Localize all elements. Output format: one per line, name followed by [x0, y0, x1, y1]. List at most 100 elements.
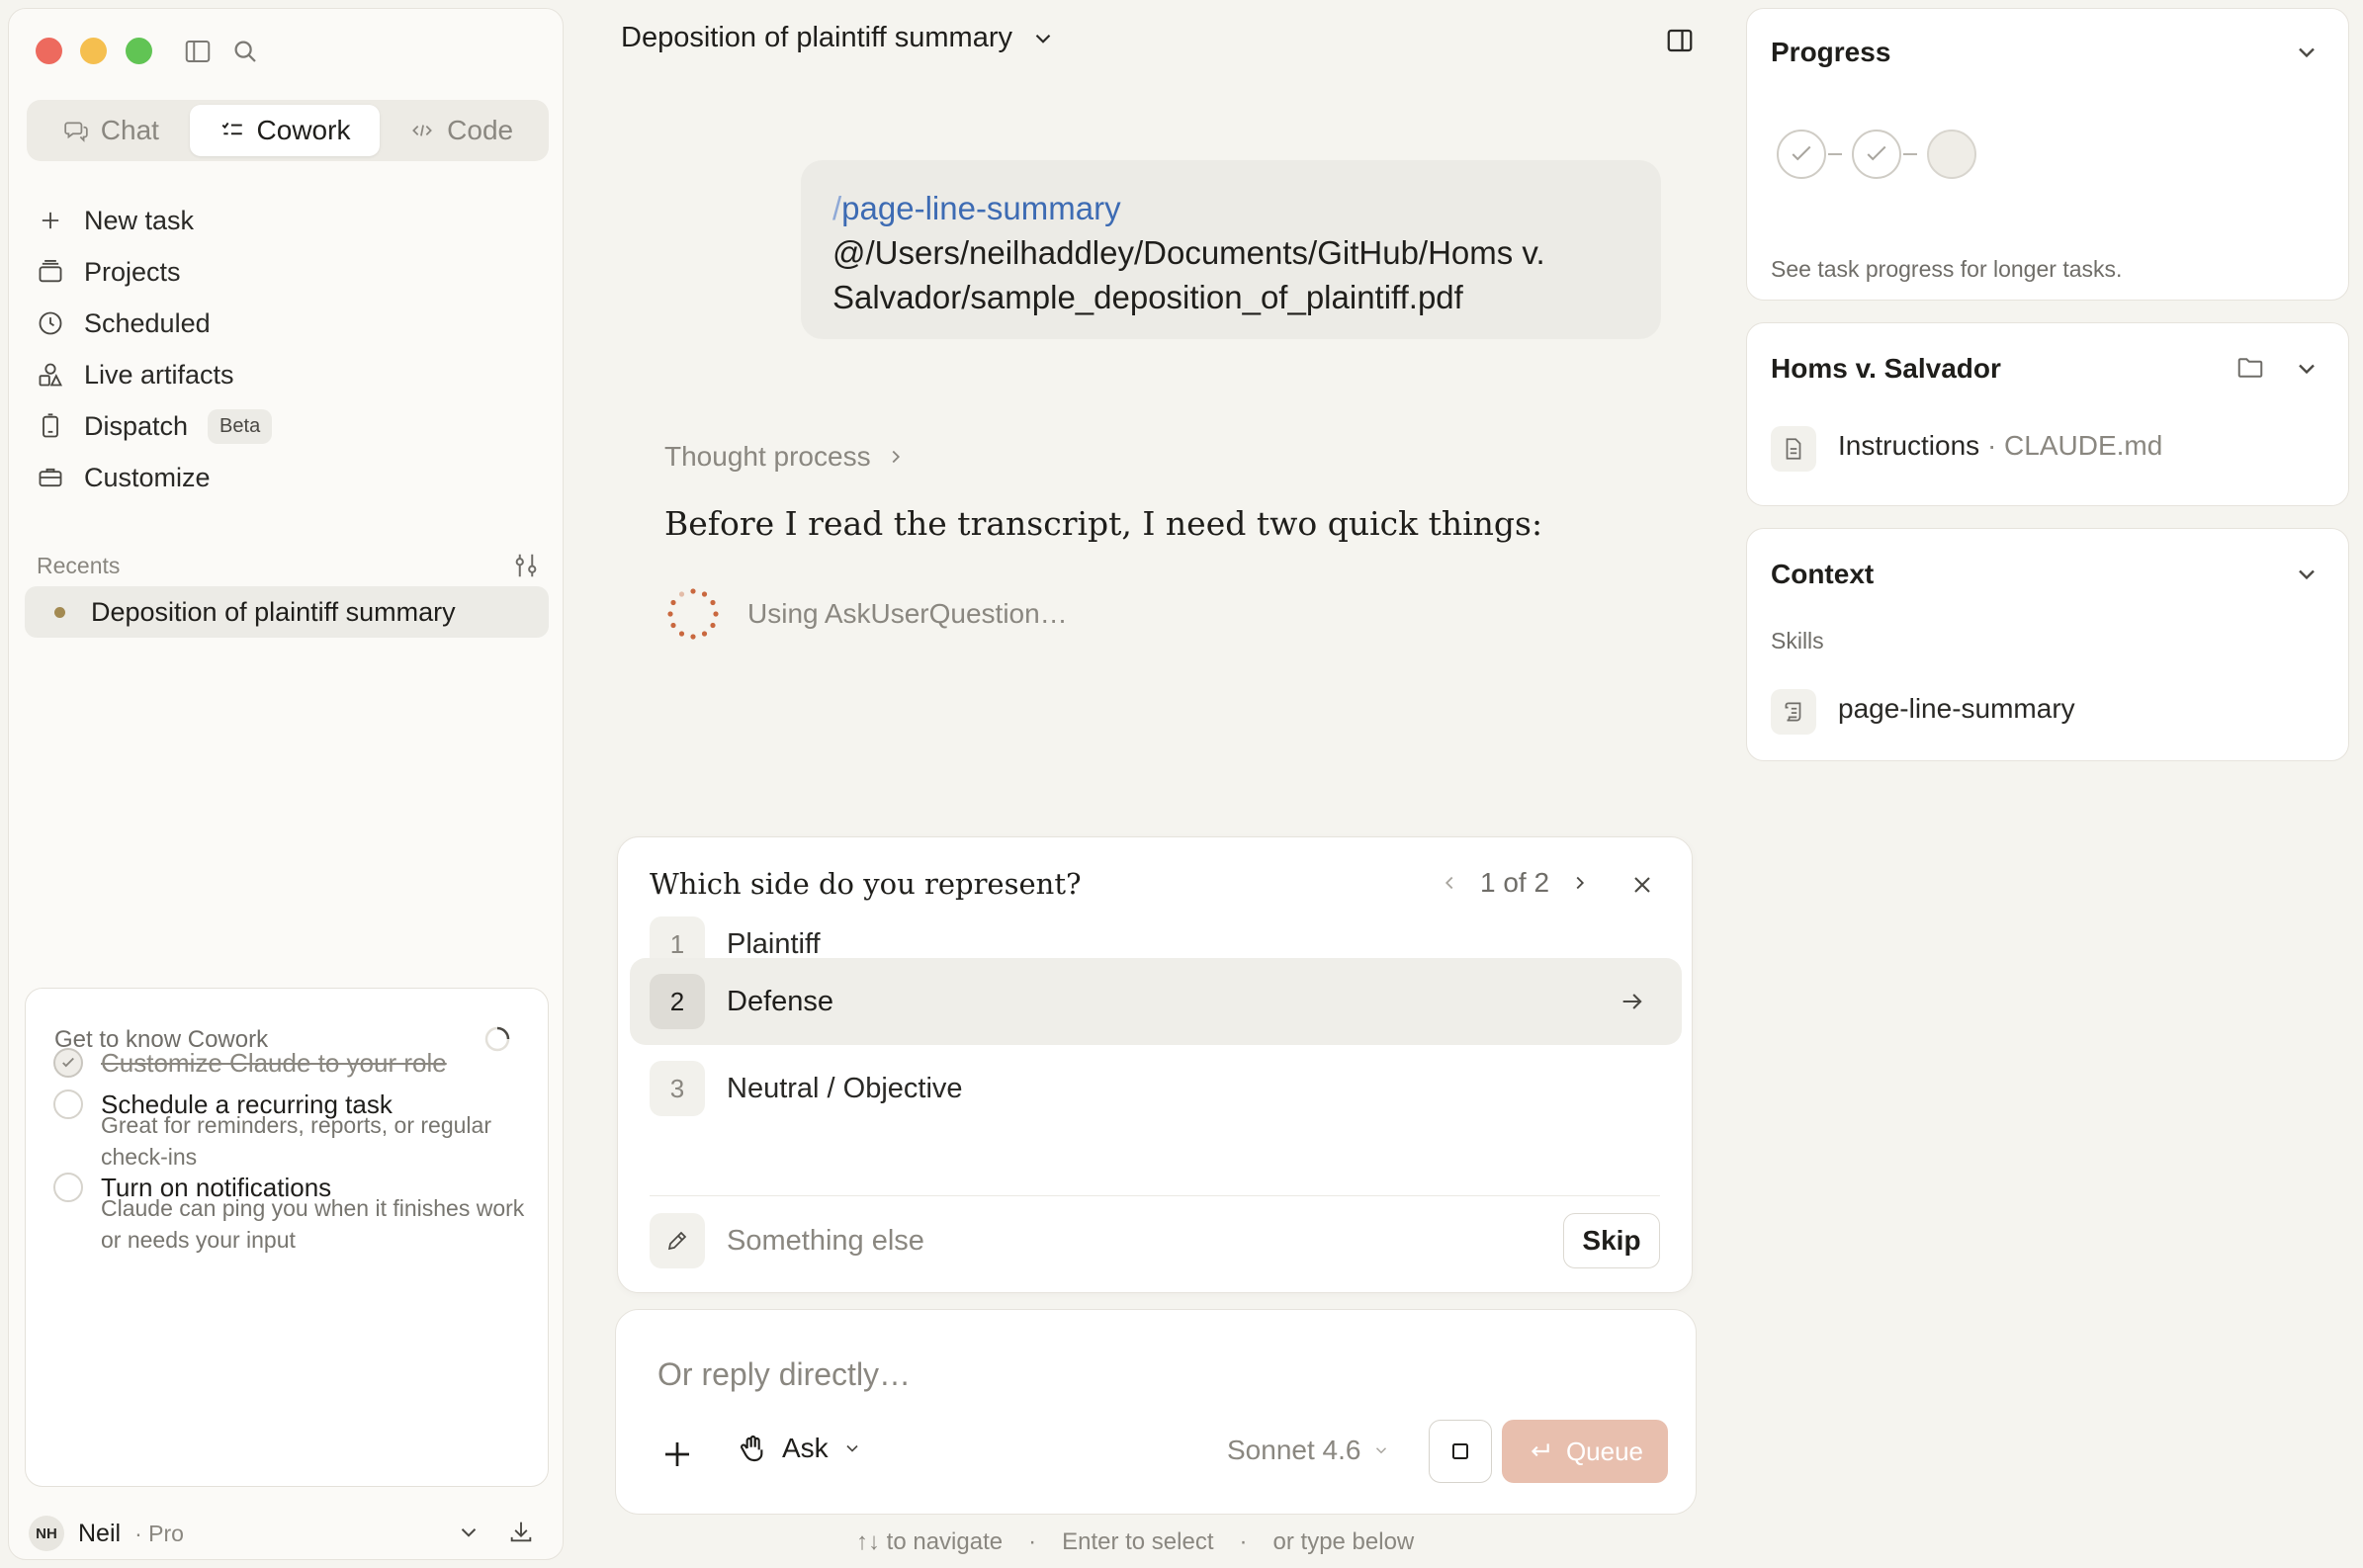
checklist-item-title[interactable]: Customize Claude to your role: [101, 1048, 447, 1079]
divider: [650, 1195, 1660, 1196]
search-icon[interactable]: [230, 37, 260, 66]
tab-code-label: Code: [447, 115, 514, 145]
active-dot: [54, 606, 65, 618]
hand-icon: [741, 1435, 763, 1462]
ask-user-question-card: Which side do you represent? 1 of 2 1 Pl…: [617, 836, 1693, 1293]
tab-cowork-label: Cowork: [256, 115, 351, 145]
progress-step-complete: [1777, 130, 1826, 179]
tool-status-label: Using AskUserQuestion…: [747, 598, 1068, 629]
option-label: Neutral / Objective: [727, 1072, 963, 1104]
model-label: Sonnet 4.6: [1227, 1435, 1361, 1465]
composer: Ask Sonnet 4.6 Queue: [615, 1309, 1697, 1515]
window-zoom-button[interactable]: [126, 38, 152, 64]
sidebar-item-new-task[interactable]: New task: [37, 199, 194, 242]
sidebar-item-label: New task: [84, 205, 195, 235]
check-icon: [1792, 145, 1811, 161]
sidebar-item-label: Customize: [84, 462, 211, 492]
checklist-item-desc: Great for reminders, reports, or regular…: [101, 1112, 491, 1170]
chat-bubbles-icon: [64, 122, 88, 142]
hint-type: or type below: [1272, 1528, 1415, 1555]
tab-chat[interactable]: Chat: [33, 105, 190, 156]
answer-option-neutral[interactable]: 3 Neutral / Objective: [630, 1045, 1682, 1132]
chevron-down-icon[interactable]: [2293, 355, 2320, 383]
conversation-title-dropdown[interactable]: Deposition of plaintiff summary: [621, 22, 1056, 54]
sidebar-item-customize[interactable]: Customize: [37, 456, 211, 499]
right-panel-toggle-icon[interactable]: [1665, 26, 1695, 55]
sidebar-toggle-icon[interactable]: [183, 37, 213, 66]
window-minimize-button[interactable]: [80, 38, 107, 64]
progress-panel: Progress See task progress for longer ta…: [1746, 8, 2349, 301]
window-close-button[interactable]: [36, 38, 62, 64]
close-icon[interactable]: [1628, 871, 1656, 899]
chevron-right-icon[interactable]: [1569, 872, 1591, 894]
check-icon: [1867, 145, 1886, 161]
instructions-label: Instructions: [1838, 430, 1980, 461]
checklist-checkbox-done[interactable]: [53, 1048, 83, 1078]
project-title: Homs v. Salvador: [1771, 353, 2001, 384]
sidebar-item-label: Dispatch: [84, 410, 189, 441]
checklist-checkbox[interactable]: [53, 1089, 83, 1119]
thought-process-label: Thought process: [664, 441, 871, 472]
hint-navigate: ↑↓ to navigate: [856, 1528, 1004, 1555]
recents-heading: Recents: [37, 553, 121, 578]
sidebar-item-projects[interactable]: Projects: [37, 250, 181, 294]
progress-ring-icon: [484, 1026, 510, 1052]
instructions-filename: · CLAUDE.md: [1979, 430, 2163, 461]
stop-square-icon: [1452, 1443, 1468, 1459]
checklist-checkbox[interactable]: [53, 1173, 83, 1202]
context-panel: Context Skills page-line-summary: [1746, 528, 2349, 761]
progress-step-complete: [1852, 130, 1901, 179]
instructions-file-link[interactable]: Instructions · CLAUDE.md: [1838, 430, 2162, 462]
loading-spinner-icon: [667, 588, 719, 640]
avatar: NH: [29, 1516, 64, 1551]
permission-mode-dropdown[interactable]: Ask: [737, 1433, 862, 1464]
add-attachment-icon[interactable]: [659, 1437, 695, 1472]
hint-separator: ·: [1239, 1528, 1248, 1555]
user-name: Neil: [78, 1519, 122, 1547]
command-slash: /: [832, 190, 842, 226]
answer-option-other[interactable]: Something else: [630, 1197, 1539, 1284]
tab-cowork[interactable]: Cowork: [189, 105, 381, 156]
checklist-item-desc: Claude can ping you when it finishes wor…: [101, 1195, 525, 1253]
folder-icon[interactable]: [2235, 353, 2265, 383]
chevron-right-icon: [892, 450, 900, 464]
stop-button[interactable]: [1429, 1420, 1492, 1483]
pencil-icon: [667, 1231, 687, 1251]
progress-title: Progress: [1771, 37, 1891, 67]
slash-command: page-line-summary: [841, 190, 1121, 226]
filter-sliders-icon[interactable]: [511, 551, 541, 580]
chevron-down-icon: [846, 1444, 858, 1452]
sidebar-item-label: Live artifacts: [84, 359, 234, 390]
chevron-down-icon[interactable]: [456, 1520, 481, 1545]
tab-code[interactable]: Code: [380, 105, 543, 156]
chevron-down-icon: [1376, 1447, 1387, 1454]
download-icon[interactable]: [507, 1518, 535, 1545]
device-icon: [43, 413, 58, 438]
answer-option-defense[interactable]: 2 Defense: [630, 958, 1682, 1045]
sidebar-item-live-artifacts[interactable]: Live artifacts: [37, 353, 234, 396]
chevron-left-icon[interactable]: [1439, 872, 1460, 894]
chevron-down-icon[interactable]: [2293, 561, 2320, 588]
queue-label: Queue: [1565, 1436, 1644, 1466]
user-menu[interactable]: NH Neil · Pro: [29, 1512, 184, 1555]
skip-button[interactable]: Skip: [1563, 1213, 1660, 1268]
sidebar-item-dispatch[interactable]: Dispatch Beta: [37, 404, 273, 448]
option-label: Plaintiff: [727, 927, 821, 960]
queue-button[interactable]: Queue: [1502, 1420, 1668, 1483]
document-icon: [1771, 426, 1816, 472]
file-mention: @/Users/neilhaddley/Documents/GitHub/Hom…: [832, 234, 1545, 315]
model-selector[interactable]: Sonnet 4.6: [1227, 1435, 1390, 1466]
option-number: 3: [650, 1061, 705, 1116]
thought-process-toggle[interactable]: Thought process: [664, 441, 907, 473]
briefcase-icon: [39, 468, 62, 487]
clock-icon: [39, 311, 62, 335]
chevron-down-icon[interactable]: [2293, 39, 2320, 66]
code-brackets-icon: [412, 125, 433, 136]
sidebar-item-scheduled[interactable]: Scheduled: [37, 302, 211, 345]
pencil-icon-box: [650, 1213, 705, 1268]
recent-item-deposition[interactable]: Deposition of plaintiff summary: [25, 586, 549, 638]
sidebar-item-label: Projects: [84, 256, 181, 287]
skill-item[interactable]: page-line-summary: [1838, 693, 2075, 725]
chevron-down-icon: [1035, 34, 1051, 44]
reply-input[interactable]: [657, 1351, 1646, 1397]
